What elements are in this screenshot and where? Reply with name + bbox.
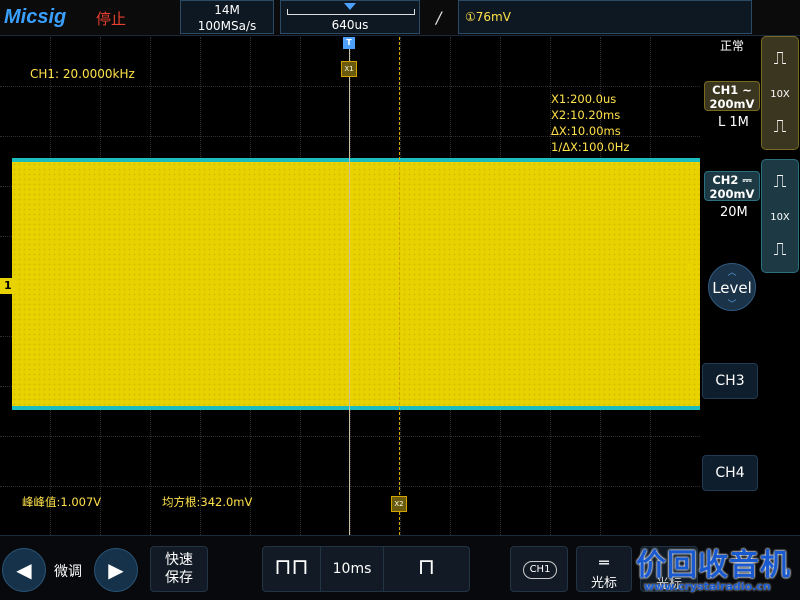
trigger-mode[interactable]: 正常: [720, 37, 744, 54]
cursor-delta-value: ΔX:10.00ms: [551, 124, 621, 138]
top-status-bar: Micsig 停止 14M 100MSa/s 640us / ①76mV: [0, 0, 800, 36]
arrow-left-icon: ◀: [16, 558, 32, 582]
watermark: 价回收音机 www.crystalradio.cn: [630, 540, 800, 600]
pulse-icon[interactable]: ⎍: [768, 170, 792, 194]
trigger-position-icon[interactable]: T: [343, 37, 355, 49]
level-label: Level: [712, 279, 752, 297]
ch2-scale: 200mV: [709, 187, 755, 201]
ch4-button[interactable]: CH4: [702, 455, 758, 491]
timebase-decrease-button[interactable]: ⊓⊓: [263, 547, 321, 591]
waveform-display[interactable]: T X1 X2 CH1: 20.0000kHz X1:200.0us X2:10…: [0, 37, 700, 535]
trigger-level-arrow-icon[interactable]: ◀: [682, 259, 693, 275]
fine-adjust-left-button[interactable]: ◀: [2, 548, 46, 592]
chevron-down-icon: ﹀: [727, 300, 737, 310]
timebase-increase-button[interactable]: ⊓: [383, 547, 469, 591]
cursor-label: 光标: [590, 576, 617, 591]
ch2-probe-selector[interactable]: ⎍ 10X ⎍: [761, 159, 799, 273]
trigger-level-readout[interactable]: ①76mV: [458, 0, 752, 34]
timebase-control: ⊓⊓ 10ms ⊓: [262, 546, 470, 592]
grid-line-horizontal: [0, 436, 700, 437]
ch1-waveform-trace: [12, 158, 700, 410]
cursor-x2-value: X2:10.20ms: [551, 108, 621, 122]
ch1-chip: CH1: [523, 561, 557, 579]
cursor-x2-handle[interactable]: X2: [391, 496, 407, 512]
ch1-settings-button[interactable]: CH1 ~ 200mV: [704, 81, 760, 111]
grid-line-horizontal: [0, 86, 700, 87]
measurement-peak-to-peak: 峰峰值:1.007V: [22, 495, 102, 509]
ch3-button[interactable]: CH3: [702, 363, 758, 399]
rising-edge-icon[interactable]: /: [436, 8, 441, 27]
timebase-value[interactable]: 10ms: [321, 547, 383, 591]
horizontal-position-indicator[interactable]: 640us: [280, 0, 420, 34]
ch2-label: CH2: [712, 173, 739, 187]
cursor-x1-line[interactable]: [349, 37, 350, 535]
channel-select-button[interactable]: CH1: [510, 546, 568, 592]
position-marker-icon: [344, 3, 356, 10]
wide-pulse-icon: ⊓: [417, 555, 436, 580]
pulse-icon[interactable]: ⎍: [768, 47, 792, 71]
acquisition-info-button[interactable]: 14M 100MSa/s: [180, 0, 274, 34]
cursor-frequency-value: 1/ΔX:100.0Hz: [551, 140, 630, 154]
quick-save-line2: 保存: [165, 570, 193, 586]
cursor-x1-handle[interactable]: X1: [341, 61, 357, 77]
ac-coupling-icon: ~: [742, 83, 752, 97]
ch1-probe-selector[interactable]: ⎍ 10X ⎍: [761, 36, 799, 150]
quick-save-line1: 快速: [165, 552, 193, 568]
cursor-lines-icon: ═: [599, 553, 609, 572]
pulse-icon[interactable]: ⎍: [768, 115, 792, 139]
fine-adjust-label: 微调: [54, 564, 82, 580]
ch2-bandwidth: 20M: [720, 205, 748, 220]
quick-save-button[interactable]: 快速 保存: [150, 546, 208, 592]
sample-rate: 100MSa/s: [197, 19, 257, 33]
fine-adjust-right-button[interactable]: ▶: [94, 548, 138, 592]
frequency-counter: CH1: 20.0000kHz: [30, 67, 135, 81]
dc-coupling-icon: ⎓: [742, 173, 752, 187]
measurement-rms: 均方根:342.0mV: [162, 495, 253, 509]
grid-line-horizontal: [0, 486, 700, 487]
level-knob-button[interactable]: ︿ Level ﹀: [708, 263, 756, 311]
watermark-title: 价回收音机: [636, 548, 791, 583]
pulse-icon[interactable]: ⎍: [768, 238, 792, 262]
run-stop-status[interactable]: 停止: [96, 8, 126, 29]
narrow-pulse-icon: ⊓⊓: [274, 555, 309, 580]
cursor-x2-line[interactable]: [399, 37, 400, 535]
brand-logo: Micsig: [4, 6, 67, 28]
memory-depth: 14M: [214, 3, 240, 17]
horizontal-position-value: 640us: [331, 18, 369, 32]
ch2-settings-button[interactable]: CH2 ⎓ 200mV: [704, 171, 760, 201]
ch1-impedance: L 1M: [718, 115, 749, 130]
ch1-scale: 200mV: [709, 97, 755, 111]
cursor-readout: X1:200.0us X2:10.20ms ΔX:10.00ms 1/ΔX:10…: [551, 91, 629, 155]
cursor-button[interactable]: ═ 光标: [576, 546, 632, 592]
ch1-label: CH1: [712, 83, 739, 97]
chevron-up-icon: ︿: [727, 268, 737, 278]
cursor-x1-value: X1:200.0us: [551, 92, 617, 106]
watermark-url: www.crystalradio.cn: [644, 580, 771, 593]
arrow-right-icon: ▶: [108, 558, 124, 582]
ch1-probe-ratio: 10X: [770, 89, 790, 100]
ch2-probe-ratio: 10X: [770, 212, 790, 223]
